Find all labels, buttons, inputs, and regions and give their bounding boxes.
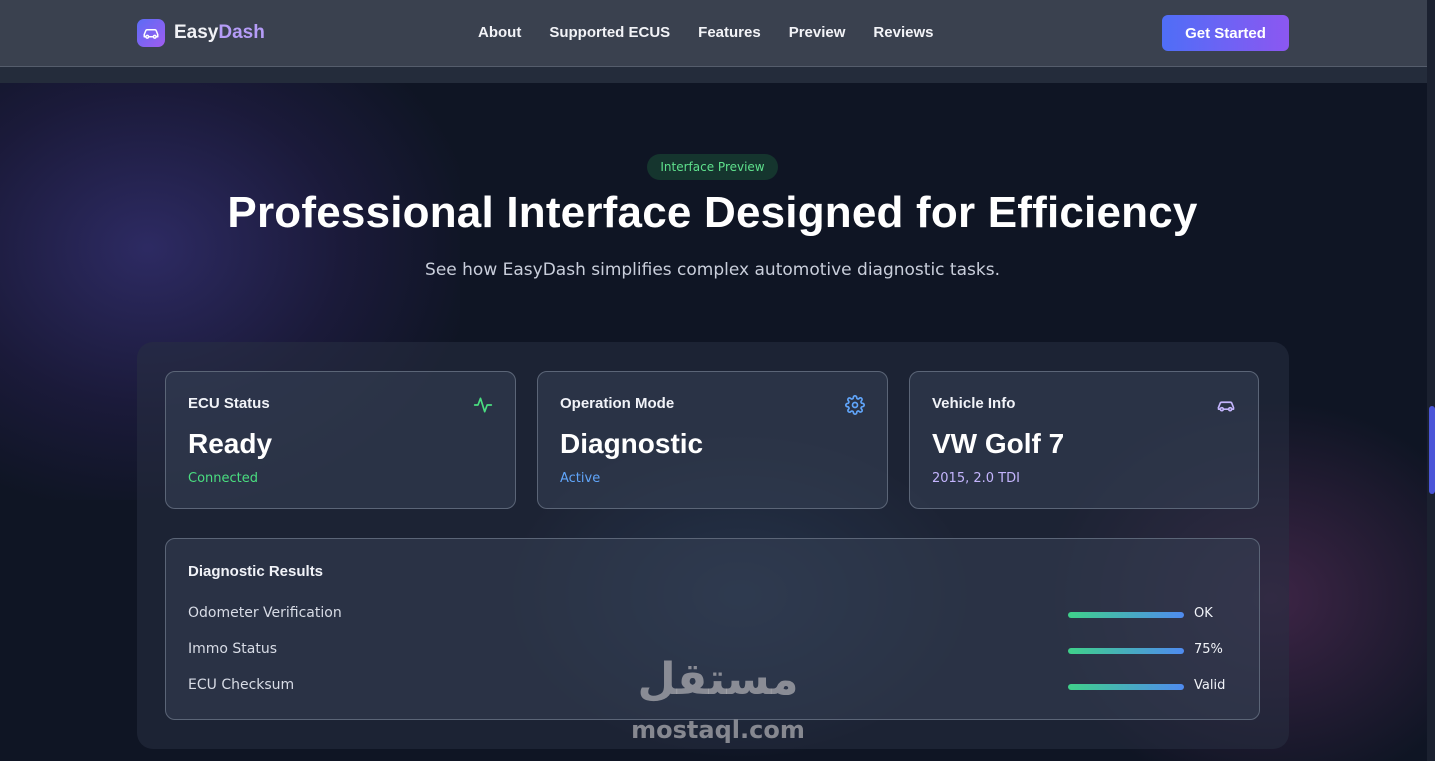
watermark-latin: mostaql.com	[631, 716, 805, 744]
page-subtitle: See how EasyDash simplifies complex auto…	[425, 260, 1000, 280]
card-status: Connected	[188, 471, 259, 486]
card-value: Ready	[188, 428, 273, 459]
nav-link-about[interactable]: About	[478, 24, 521, 41]
result-status: 75%	[1194, 642, 1223, 657]
scrollbar-track[interactable]	[1427, 0, 1435, 761]
car-icon	[1217, 401, 1235, 412]
scrollbar-thumb[interactable]	[1429, 406, 1435, 494]
result-label: Odometer Verification	[188, 605, 342, 621]
result-row: Odometer Verification OK	[188, 605, 1243, 625]
result-label: ECU Checksum	[188, 677, 295, 693]
progress-bar	[1068, 684, 1184, 690]
activity-icon	[473, 397, 493, 413]
card-label: ECU Status	[188, 395, 270, 412]
result-label: Immo Status	[188, 641, 278, 657]
brand-name-easy: Easy	[174, 22, 219, 43]
section-pill: Interface Preview	[647, 154, 778, 180]
operation-mode-card: Operation Mode Diagnostic Active	[537, 371, 888, 509]
card-status: 2015, 2.0 TDI	[932, 471, 1020, 486]
progress-bar	[1068, 648, 1184, 654]
car-logo-icon	[137, 19, 165, 47]
brand-name: EasyDash	[174, 22, 265, 44]
results-title: Diagnostic Results	[188, 563, 324, 580]
card-status: Active	[560, 471, 601, 486]
brand-logo[interactable]: EasyDash	[137, 19, 265, 47]
result-status: OK	[1194, 606, 1213, 621]
progress-bar	[1068, 612, 1184, 618]
card-value: Diagnostic	[560, 428, 704, 459]
vehicle-info-card: Vehicle Info VW Golf 7 2015, 2.0 TDI	[909, 371, 1259, 509]
watermark: مستقل mostaql.com	[628, 654, 808, 744]
navbar: EasyDash About Supported ECUS Features P…	[0, 0, 1435, 67]
nav-links: About Supported ECUS Features Preview Re…	[478, 24, 933, 41]
brand-name-dash: Dash	[218, 22, 265, 43]
card-label: Operation Mode	[560, 395, 675, 412]
navbar-shadow-strip	[0, 67, 1435, 83]
nav-link-reviews[interactable]: Reviews	[873, 24, 933, 41]
nav-link-preview[interactable]: Preview	[789, 24, 846, 41]
get-started-button[interactable]: Get Started	[1162, 15, 1289, 51]
watermark-arabic: مستقل	[637, 654, 799, 705]
card-value: VW Golf 7	[932, 428, 1065, 459]
page-title: Professional Interface Designed for Effi…	[227, 188, 1198, 237]
result-status: Valid	[1194, 678, 1226, 693]
ecu-status-card: ECU Status Ready Connected	[165, 371, 516, 509]
nav-link-features[interactable]: Features	[698, 24, 761, 41]
nav-link-supported-ecus[interactable]: Supported ECUS	[549, 24, 670, 41]
gear-icon	[845, 395, 865, 415]
card-label: Vehicle Info	[932, 395, 1016, 412]
